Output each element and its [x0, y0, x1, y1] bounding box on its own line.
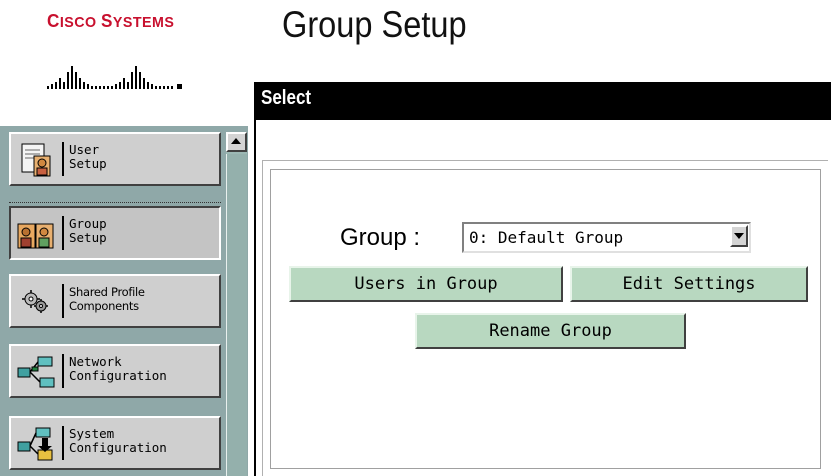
dropdown-toggle-button[interactable]: [730, 225, 748, 247]
sidebar-scrollbar[interactable]: [226, 132, 247, 476]
shared-profile-icon: [22, 290, 48, 313]
nav-separator: [62, 354, 64, 388]
sidebar-item-network-configuration[interactable]: Network Configuration: [9, 344, 221, 398]
chevron-down-icon: [734, 233, 744, 239]
sidebar-item-label: User Setup: [69, 142, 107, 171]
sidebar-item-shared-profile[interactable]: Shared Profile Components: [9, 274, 221, 328]
nav-separator: [62, 426, 64, 460]
scroll-up-button[interactable]: [226, 132, 247, 152]
network-config-icon: [17, 356, 55, 388]
group-setup-icon: [17, 223, 54, 249]
sidebar-item-group-setup[interactable]: Group Setup: [9, 202, 221, 260]
nav-separator: [62, 284, 64, 318]
sidebar-item-label: Network Configuration: [69, 354, 167, 383]
group-label: Group :: [340, 224, 421, 251]
group-dropdown[interactable]: 0: Default Group: [462, 222, 751, 253]
sidebar-item-user-setup[interactable]: User Setup: [9, 132, 221, 186]
group-dropdown-value: 0: Default Group: [469, 228, 624, 247]
cisco-wordmark: CISCO SYSTEMS: [47, 11, 175, 31]
sidebar-item-label: Shared Profile Components: [69, 285, 145, 313]
sidebar-item-label: Group Setup: [69, 216, 107, 245]
users-in-group-button[interactable]: Users in Group: [289, 266, 563, 302]
select-header-bar: Select: [256, 82, 831, 120]
select-header-label: Select: [261, 87, 312, 109]
page-title: Group Setup: [282, 4, 467, 45]
system-config-icon: [17, 427, 53, 461]
sidebar-nav: User Setup Group Setup Shared Profile Co…: [0, 126, 248, 476]
scroll-thumb[interactable]: [226, 154, 247, 476]
arrow-up-icon: [231, 138, 241, 144]
sidebar-item-system-configuration[interactable]: System Configuration: [9, 416, 221, 470]
nav-separator: [62, 216, 64, 250]
content-frame-edge: [254, 82, 256, 476]
cisco-logo: CISCO SYSTEMS: [0, 0, 250, 100]
rename-group-button[interactable]: Rename Group: [415, 313, 686, 349]
cisco-bridge-bars-icon: [47, 66, 182, 89]
user-setup-icon: [21, 143, 51, 177]
nav-separator: [62, 142, 64, 176]
sidebar-item-label: System Configuration: [69, 426, 167, 455]
edit-settings-button[interactable]: Edit Settings: [570, 266, 808, 302]
